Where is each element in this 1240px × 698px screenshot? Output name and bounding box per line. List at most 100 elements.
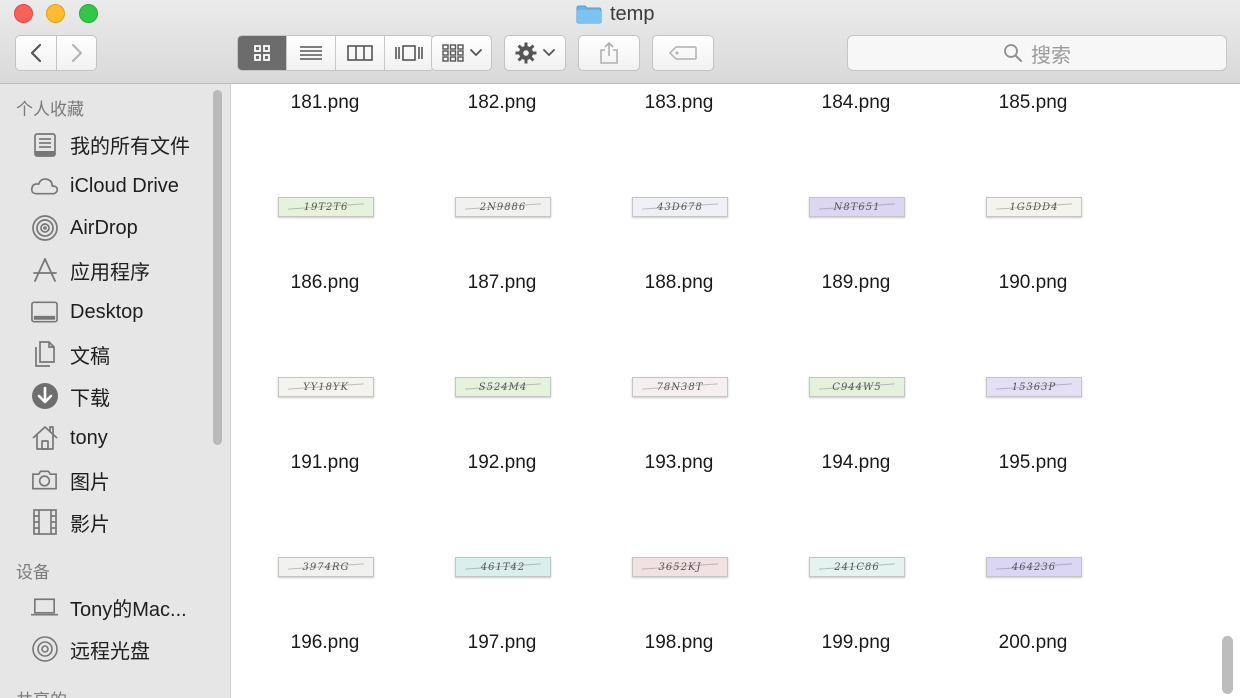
window-title-text: temp <box>610 2 655 25</box>
folder-icon <box>576 5 602 23</box>
chevron-down-icon <box>543 49 555 57</box>
chevron-down-icon <box>469 49 482 57</box>
file-thumbnail-197[interactable]: 461T42 <box>455 557 551 577</box>
shared-section-title: 共享的 <box>16 686 67 698</box>
file-thumbnail-192[interactable]: S524M4 <box>455 377 551 397</box>
tag-button[interactable] <box>652 35 714 71</box>
file-thumbnail-188[interactable]: 43D678 <box>632 197 728 217</box>
captcha-image: 241C86 <box>813 561 901 573</box>
sidebar-item-all-files[interactable]: 我的所有文件 <box>30 127 190 161</box>
all-files-icon <box>30 130 59 159</box>
file-name-186[interactable]: 186.png <box>245 272 405 294</box>
file-name-200[interactable]: 200.png <box>953 632 1113 654</box>
sidebar-item-downloads[interactable]: 下载 <box>30 379 110 413</box>
sidebar-item-documents[interactable]: 文稿 <box>30 337 110 371</box>
file-name-199[interactable]: 199.png <box>776 632 936 654</box>
share-icon <box>600 41 618 64</box>
tag-icon <box>668 46 697 60</box>
sidebar-item-label: 下载 <box>70 387 110 410</box>
sidebar-item-label: 影片 <box>70 513 110 536</box>
icon-view-button[interactable] <box>238 36 287 70</box>
file-thumbnail-190[interactable]: 1G5DD4 <box>986 197 1082 217</box>
search-icon <box>1004 44 1022 62</box>
sidebar-item-label: Tony的Mac... <box>70 598 187 621</box>
file-thumbnail-195[interactable]: 15363P <box>986 377 1082 397</box>
sidebar-item-remote-disc[interactable]: 远程光盘 <box>30 632 150 666</box>
file-grid: 181.png 182.png 183.png 184.png 185.png … <box>231 84 1240 698</box>
file-name-185[interactable]: 185.png <box>953 92 1113 114</box>
close-window-button[interactable] <box>14 4 33 23</box>
sidebar-item-label: 远程光盘 <box>70 640 150 663</box>
file-thumbnail-186[interactable]: 19T2T6 <box>278 197 374 217</box>
file-thumbnail-200[interactable]: 464236 <box>986 557 1082 577</box>
file-thumbnail-196[interactable]: 3974RG <box>278 557 374 577</box>
file-thumbnail-198[interactable]: 3652KJ <box>632 557 728 577</box>
captcha-image: 19T2T6 <box>282 201 370 213</box>
file-thumbnail-191[interactable]: YY18YK <box>278 377 374 397</box>
download-icon <box>30 382 59 411</box>
home-icon <box>30 424 59 453</box>
back-button[interactable] <box>15 35 57 71</box>
desktop-icon <box>30 298 59 327</box>
file-name-194[interactable]: 194.png <box>776 452 936 474</box>
file-thumbnail-199[interactable]: 241C86 <box>809 557 905 577</box>
file-name-197[interactable]: 197.png <box>422 632 582 654</box>
file-thumbnail-189[interactable]: N8T651 <box>809 197 905 217</box>
file-name-190[interactable]: 190.png <box>953 272 1113 294</box>
sidebar-item-icloud-drive[interactable]: iCloud Drive <box>30 169 179 203</box>
file-name-192[interactable]: 192.png <box>422 452 582 474</box>
share-button[interactable] <box>578 35 640 71</box>
sidebar-item-label: 应用程序 <box>70 261 150 284</box>
file-name-182[interactable]: 182.png <box>422 92 582 114</box>
sidebar-item-home[interactable]: tony <box>30 421 108 455</box>
file-name-181[interactable]: 181.png <box>245 92 405 114</box>
sidebar-item-applications[interactable]: 应用程序 <box>30 253 150 287</box>
minimize-window-button[interactable] <box>46 4 65 23</box>
sidebar-item-label: tony <box>70 426 108 449</box>
file-name-191[interactable]: 191.png <box>245 452 405 474</box>
file-name-184[interactable]: 184.png <box>776 92 936 114</box>
sidebar-item-label: 图片 <box>70 471 110 494</box>
file-thumbnail-187[interactable]: 2N9886 <box>455 197 551 217</box>
arrange-grid-icon <box>441 44 464 62</box>
maximize-window-button[interactable] <box>79 4 98 23</box>
window-title: temp <box>576 2 654 26</box>
file-thumbnail-193[interactable]: 78N38T <box>632 377 728 397</box>
file-name-193[interactable]: 193.png <box>599 452 759 474</box>
file-name-195[interactable]: 195.png <box>953 452 1113 474</box>
captcha-image: 3974RG <box>282 561 370 573</box>
list-view-button[interactable] <box>287 36 336 70</box>
file-name-196[interactable]: 196.png <box>245 632 405 654</box>
airdrop-icon <box>30 214 59 243</box>
favorites-section-title: 个人收藏 <box>16 100 84 119</box>
file-name-183[interactable]: 183.png <box>599 92 759 114</box>
laptop-icon <box>30 593 59 622</box>
sidebar-item-pictures[interactable]: 图片 <box>30 463 110 497</box>
file-name-188[interactable]: 188.png <box>599 272 759 294</box>
sidebar-item-desktop[interactable]: Desktop <box>30 295 143 329</box>
column-view-button[interactable] <box>336 36 385 70</box>
arrange-button[interactable] <box>431 35 492 71</box>
action-button[interactable] <box>504 35 566 71</box>
search-field[interactable]: 搜索 <box>847 35 1227 71</box>
sidebar-item-label: iCloud Drive <box>70 174 179 197</box>
sidebar-item-movies[interactable]: 影片 <box>30 505 110 539</box>
view-mode-segmented-control <box>237 35 434 71</box>
sidebar-scrollbar[interactable] <box>213 90 222 445</box>
cover-flow-button[interactable] <box>385 36 433 70</box>
sidebar-item-mac[interactable]: Tony的Mac... <box>30 590 187 624</box>
devices-section-title: 设备 <box>16 563 50 582</box>
sidebar-item-airdrop[interactable]: AirDrop <box>30 211 138 245</box>
toolbar: temp 搜索 <box>0 0 1240 84</box>
forward-button[interactable] <box>56 35 97 71</box>
file-name-187[interactable]: 187.png <box>422 272 582 294</box>
sidebar-item-label: AirDrop <box>70 216 138 239</box>
captcha-image: N8T651 <box>813 201 901 213</box>
file-thumbnail-194[interactable]: C944W5 <box>809 377 905 397</box>
file-name-198[interactable]: 198.png <box>599 632 759 654</box>
content-scrollbar[interactable] <box>1222 636 1233 694</box>
disc-icon <box>30 635 59 664</box>
captcha-image: 43D678 <box>636 201 724 213</box>
file-name-189[interactable]: 189.png <box>776 272 936 294</box>
documents-icon <box>30 340 59 369</box>
